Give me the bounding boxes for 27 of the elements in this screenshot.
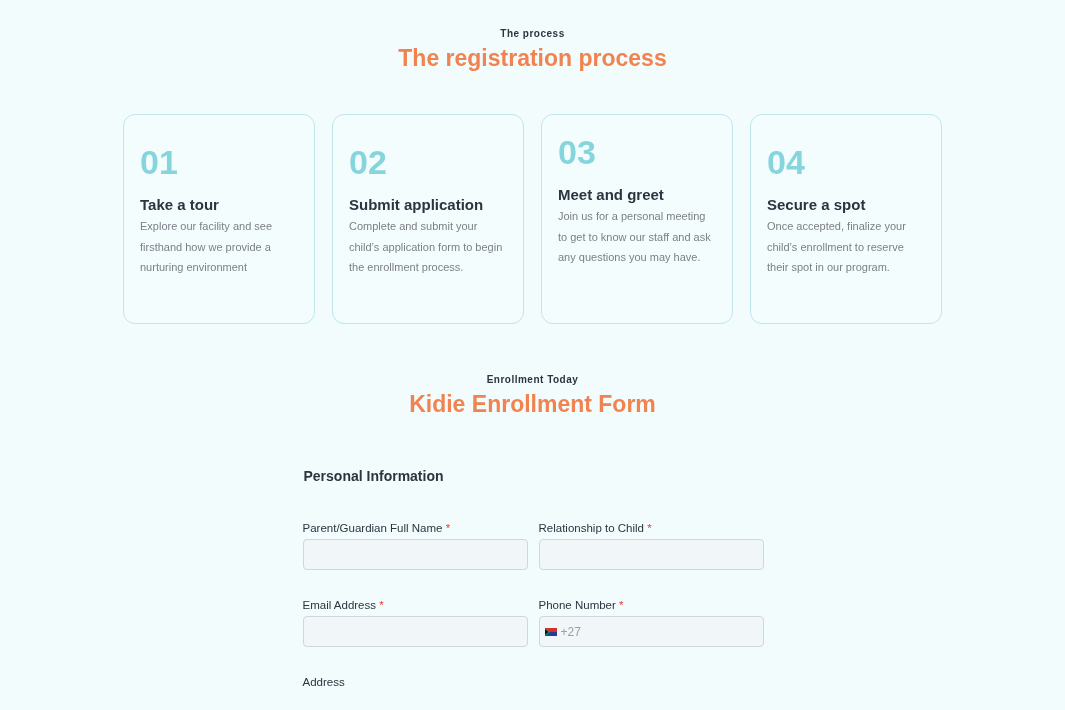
field-label: Phone Number * xyxy=(538,599,624,611)
section-title: The registration process xyxy=(398,45,667,72)
step-number: 01 xyxy=(140,143,178,182)
input-field[interactable] xyxy=(302,616,528,647)
step-title: Submit application xyxy=(349,196,484,213)
field-label: Email Address * xyxy=(302,599,384,611)
step-description: Complete and submit your child’s application form to begin the enrollment process. xyxy=(349,219,504,276)
step-description: Explore our facility and see firsthand how we provide a nurturing environment xyxy=(140,219,274,276)
section-eyebrow: Enrollment Today xyxy=(486,374,579,385)
step-title: Secure a spot xyxy=(767,196,866,213)
step-title: Take a tour xyxy=(140,196,219,213)
section-title: Kidie Enrollment Form xyxy=(409,391,656,418)
step-description: Once accepted, finalize your child’s enrollment to reserve their spot in our program. xyxy=(767,219,907,276)
step-description: Join us for a personal meeting to get to know our staff and ask any questions you may have. xyxy=(558,209,712,266)
step-number: 02 xyxy=(349,143,387,182)
section-eyebrow: The process xyxy=(500,28,565,39)
flag-icon[interactable] xyxy=(544,627,557,636)
phone-field[interactable]: +27 xyxy=(538,616,764,647)
input-field[interactable] xyxy=(538,539,764,570)
field-label: Parent/Guardian Full Name * xyxy=(302,522,451,534)
step-number: 03 xyxy=(558,133,596,172)
input-field[interactable] xyxy=(302,539,528,570)
field-label: Relationship to Child * xyxy=(538,522,652,534)
step-title: Meet and greet xyxy=(558,186,664,203)
field-label: Address xyxy=(302,676,345,688)
step-number: 04 xyxy=(767,143,805,182)
form-section-heading: Personal Information xyxy=(303,468,445,484)
